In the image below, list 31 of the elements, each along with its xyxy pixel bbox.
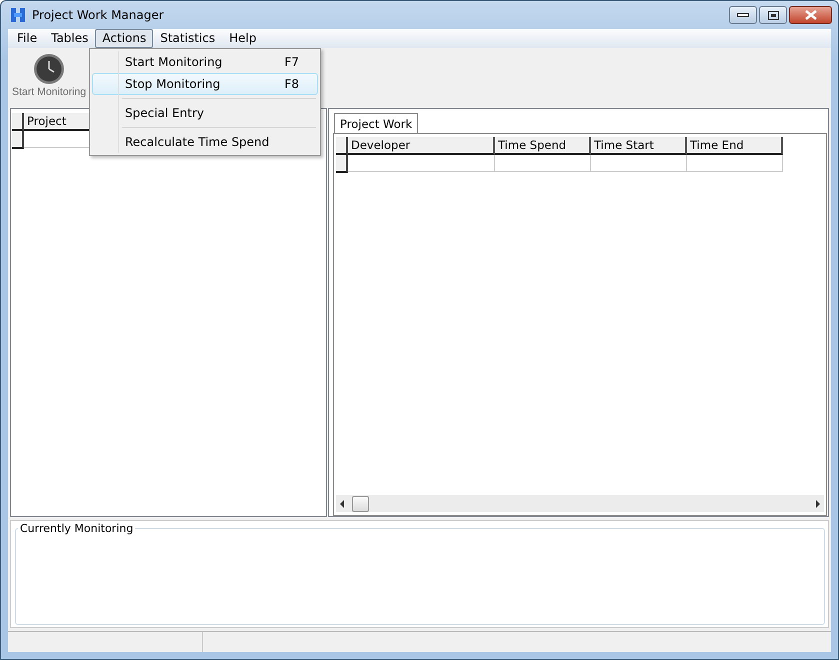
column-header: Time End bbox=[687, 137, 783, 155]
row-header[interactable] bbox=[336, 155, 348, 173]
maximize-icon bbox=[768, 10, 778, 20]
menu-item[interactable]: File bbox=[10, 29, 44, 48]
scroll-left-icon[interactable] bbox=[339, 500, 346, 508]
column-header: Developer bbox=[348, 137, 495, 155]
minimize-icon bbox=[737, 12, 749, 18]
close-button[interactable] bbox=[789, 6, 832, 24]
scroll-right-icon[interactable] bbox=[814, 500, 821, 508]
menu-item[interactable]: Actions bbox=[95, 29, 154, 48]
app-icon bbox=[10, 7, 26, 23]
menu-item[interactable]: Help bbox=[222, 29, 264, 48]
menu-item[interactable]: Statistics bbox=[153, 29, 222, 48]
window-title: Project Work Manager bbox=[32, 8, 164, 22]
clock-icon bbox=[33, 53, 66, 85]
close-icon bbox=[804, 10, 816, 20]
column-header: Time Spend bbox=[495, 137, 591, 155]
header-corner bbox=[12, 113, 24, 131]
maximize-button[interactable] bbox=[759, 6, 787, 24]
header-corner bbox=[336, 137, 348, 155]
minimize-button[interactable] bbox=[729, 6, 757, 24]
start-monitoring-button[interactable]: Start Monitoring bbox=[11, 48, 88, 98]
column-header: Time Start bbox=[591, 137, 687, 155]
menu-item[interactable]: Stop Monitoring F8 bbox=[92, 73, 318, 95]
scroll-thumb[interactable] bbox=[352, 496, 369, 512]
menu-item[interactable]: Start Monitoring F7 bbox=[92, 51, 318, 73]
row-header[interactable] bbox=[12, 131, 24, 149]
menu-item[interactable]: Recalculate Time Spend bbox=[92, 131, 318, 153]
group-title: Currently Monitoring bbox=[18, 522, 136, 535]
tab[interactable]: Project Work bbox=[334, 113, 418, 133]
menu-item[interactable]: Tables bbox=[44, 29, 96, 48]
